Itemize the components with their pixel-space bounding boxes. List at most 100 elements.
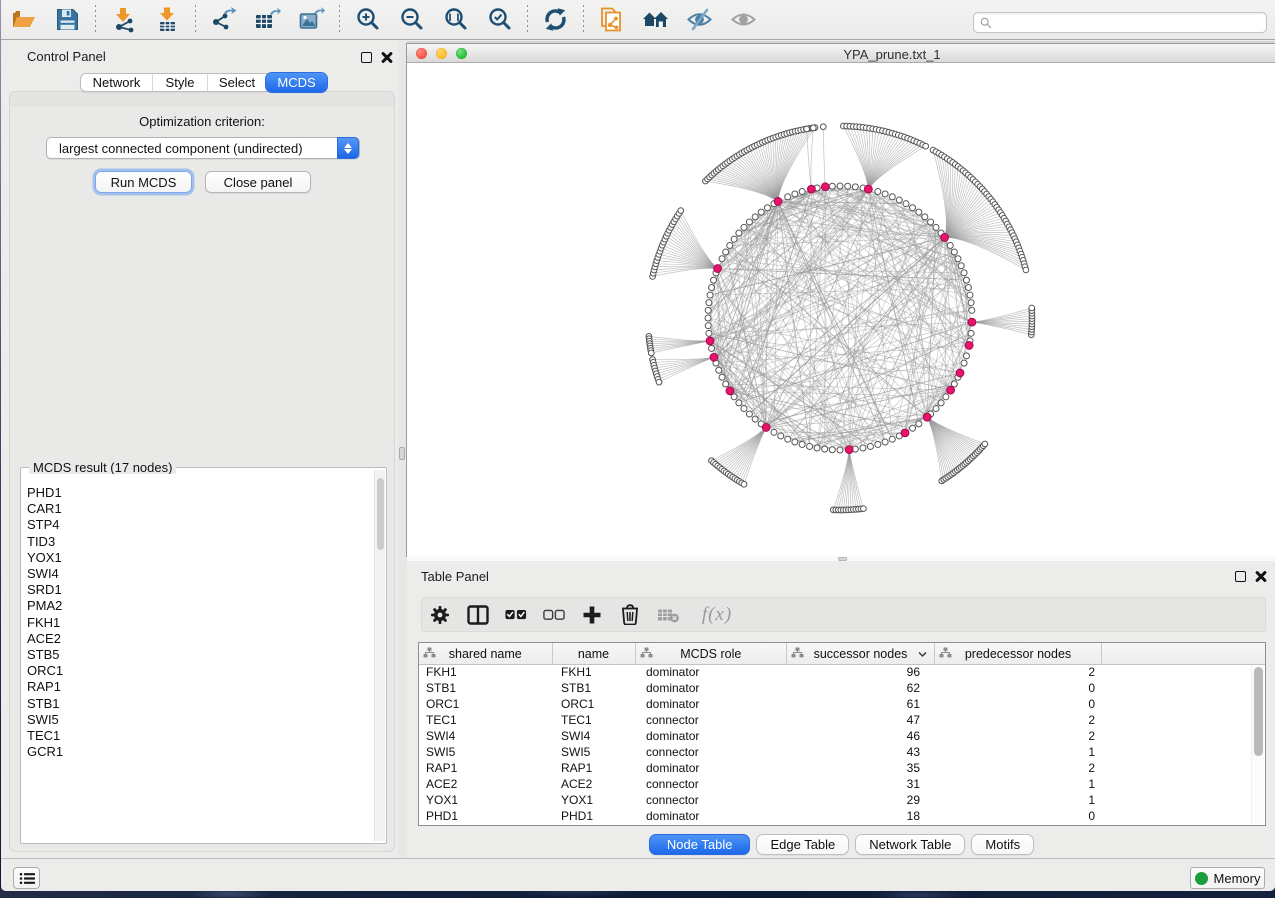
mcds-result-item[interactable]: RAP1 [27,679,373,695]
mcds-result-item[interactable]: SRD1 [27,582,373,598]
run-mcds-button[interactable]: Run MCDS [95,171,192,193]
zoom-selected-icon[interactable] [486,6,513,34]
cell-name: ACE2 [553,777,636,793]
float-panel-icon[interactable] [361,52,372,63]
tab-style[interactable]: Style [153,74,208,91]
delete-icon[interactable] [619,604,641,626]
mcds-result-item[interactable]: YOX1 [27,550,373,566]
mcds-result-item[interactable]: CAR1 [27,501,373,517]
zoom-out-icon[interactable] [398,6,425,34]
table-row[interactable]: FKH1FKH1dominator962 [419,665,1265,681]
table-header: shared namenameMCDS rolesuccessor nodesp… [419,643,1265,665]
mcds-result-item[interactable]: FKH1 [27,615,373,631]
network-frame-titlebar[interactable]: YPA_prune.txt_1 [407,44,1275,63]
add-icon[interactable] [581,604,603,626]
tab-network[interactable]: Network [81,74,153,91]
table-row[interactable]: ORC1ORC1dominator610 [419,697,1265,713]
mcds-result-item[interactable]: TID3 [27,534,373,550]
cell-successor_nodes: 18 [787,809,935,825]
table-row[interactable]: SWI4SWI4dominator462 [419,729,1265,745]
export-table-icon[interactable] [254,6,281,34]
mcds-result-item[interactable]: GCR1 [27,744,373,760]
float-panel-icon[interactable] [1235,571,1246,582]
cell-predecessor_nodes: 2 [935,665,1102,681]
column-header-successor-nodes[interactable]: successor nodes [787,643,935,664]
table-row[interactable]: STB1STB1dominator620 [419,681,1265,697]
mcds-result-item[interactable]: ORC1 [27,663,373,679]
table-scrollbar[interactable] [1251,665,1264,824]
table-scrollbar-thumb[interactable] [1254,667,1263,756]
criterion-dropdown[interactable]: largest connected component (undirected) [46,137,360,159]
close-panel-icon[interactable] [381,51,393,63]
table-row[interactable]: YOX1YOX1connector291 [419,793,1265,809]
export-network-icon[interactable] [210,6,237,34]
column-header-MCDS-role[interactable]: MCDS role [636,643,788,664]
toolbar-separator [527,5,528,35]
mcds-result-item[interactable]: SWI5 [27,712,373,728]
import-network-icon[interactable] [110,6,137,34]
mcds-result-item[interactable]: PMA2 [27,598,373,614]
table-row[interactable]: RAP1RAP1dominator352 [419,761,1265,777]
mcds-result-item[interactable]: PHD1 [27,485,373,501]
delete-table-icon[interactable] [657,604,679,626]
mcds-list-scrollbar-thumb[interactable] [377,478,384,550]
mcds-result-item[interactable]: STB5 [27,647,373,663]
minimize-window-icon[interactable] [436,48,447,59]
select-all-icon[interactable] [505,604,527,626]
network-frame-title: YPA_prune.txt_1 [843,47,940,62]
tab-node-table[interactable]: Node Table [649,834,751,855]
function-icon[interactable]: f(x) [695,604,739,626]
column-header-name[interactable]: name [553,643,636,664]
network-canvas[interactable] [407,63,1275,556]
cell-name: YOX1 [553,793,636,809]
maximize-window-icon[interactable] [456,48,467,59]
toolbar-separator [95,5,96,35]
tab-mcds[interactable]: MCDS [266,73,327,92]
zoom-fit-icon[interactable] [442,6,469,34]
table-row[interactable]: PHD1PHD1dominator180 [419,809,1265,825]
table-row[interactable]: SWI5SWI5connector431 [419,745,1265,761]
close-panel-button[interactable]: Close panel [205,171,311,193]
open-file-icon[interactable] [10,6,37,34]
control-panel-tabs: Network Style Select MCDS [80,73,327,92]
close-panel-icon[interactable] [1255,570,1267,582]
cell-mcds_role: connector [636,713,788,729]
mcds-result-item[interactable]: STP4 [27,517,373,533]
cell-successor_nodes: 29 [787,793,935,809]
toolbar-separator [339,5,340,35]
share-document-icon[interactable] [598,6,625,34]
table-row[interactable]: TEC1TEC1connector472 [419,713,1265,729]
deselect-all-icon[interactable] [543,604,565,626]
cell-name: SWI4 [553,729,636,745]
tab-edge-table[interactable]: Edge Table [756,834,849,855]
table-row[interactable]: ACE2ACE2connector311 [419,777,1265,793]
home-icon[interactable] [642,6,669,34]
mcds-result-list[interactable]: PHD1CAR1STP4TID3YOX1SWI4SRD1PMA2FKH1ACE2… [22,474,373,841]
vertical-splitter-handle[interactable] [399,447,405,460]
zoom-in-icon[interactable] [354,6,381,34]
memory-button[interactable]: Memory [1190,867,1265,889]
tab-motifs[interactable]: Motifs [971,834,1034,855]
column-header-shared-name[interactable]: shared name [419,643,553,664]
mcds-result-item[interactable]: ACE2 [27,631,373,647]
column-header-predecessor-nodes[interactable]: predecessor nodes [935,643,1102,664]
gear-icon[interactable] [429,604,451,626]
tab-network-table[interactable]: Network Table [855,834,965,855]
show-all-icon[interactable] [730,6,757,34]
mcds-result-item[interactable]: SWI4 [27,566,373,582]
refresh-icon[interactable] [542,6,569,34]
import-table-icon[interactable] [154,6,181,34]
columns-icon[interactable] [467,604,489,626]
cell-successor_nodes: 43 [787,745,935,761]
search-input[interactable] [973,12,1267,33]
close-window-icon[interactable] [416,48,427,59]
panel-menu-button[interactable] [13,867,40,889]
export-image-icon[interactable] [298,6,325,34]
cell-successor_nodes: 31 [787,777,935,793]
tab-select[interactable]: Select [208,74,267,91]
save-session-icon[interactable] [54,6,81,34]
hide-selected-icon[interactable] [686,6,713,34]
mcds-list-scrollbar[interactable] [374,470,385,841]
mcds-result-item[interactable]: TEC1 [27,728,373,744]
mcds-result-item[interactable]: STB1 [27,696,373,712]
